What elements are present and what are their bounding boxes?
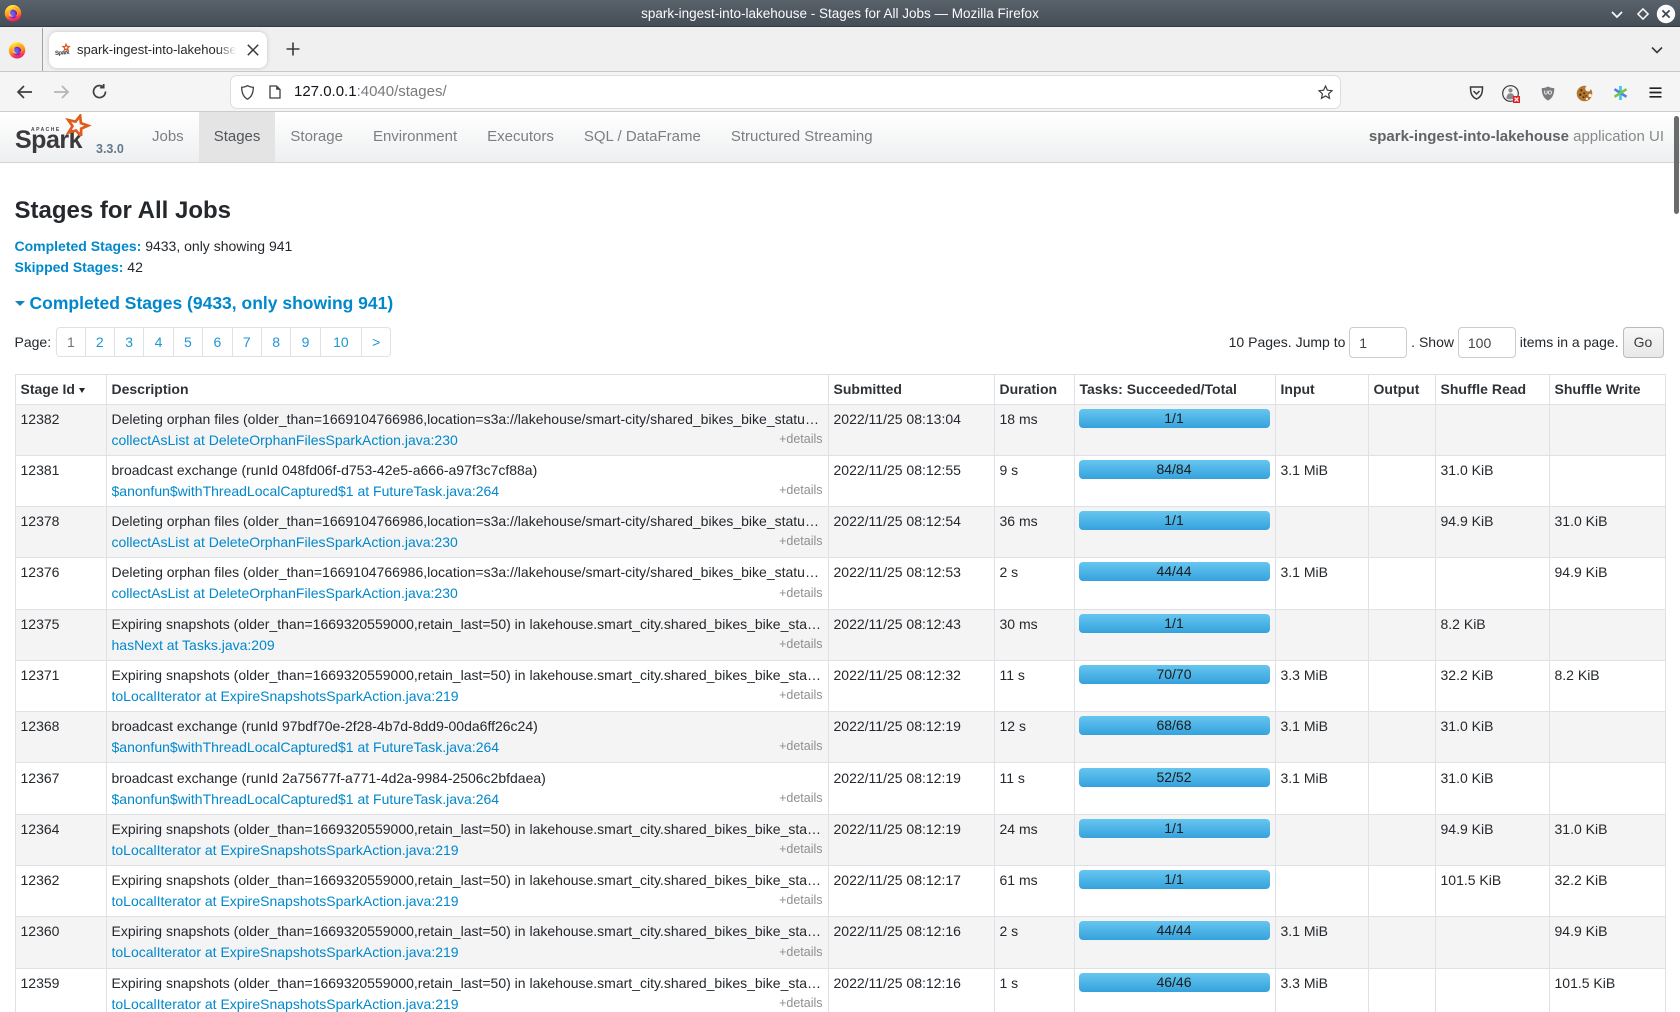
svg-text:Spark: Spark: [55, 50, 71, 57]
svg-text:UO: UO: [1544, 91, 1552, 97]
